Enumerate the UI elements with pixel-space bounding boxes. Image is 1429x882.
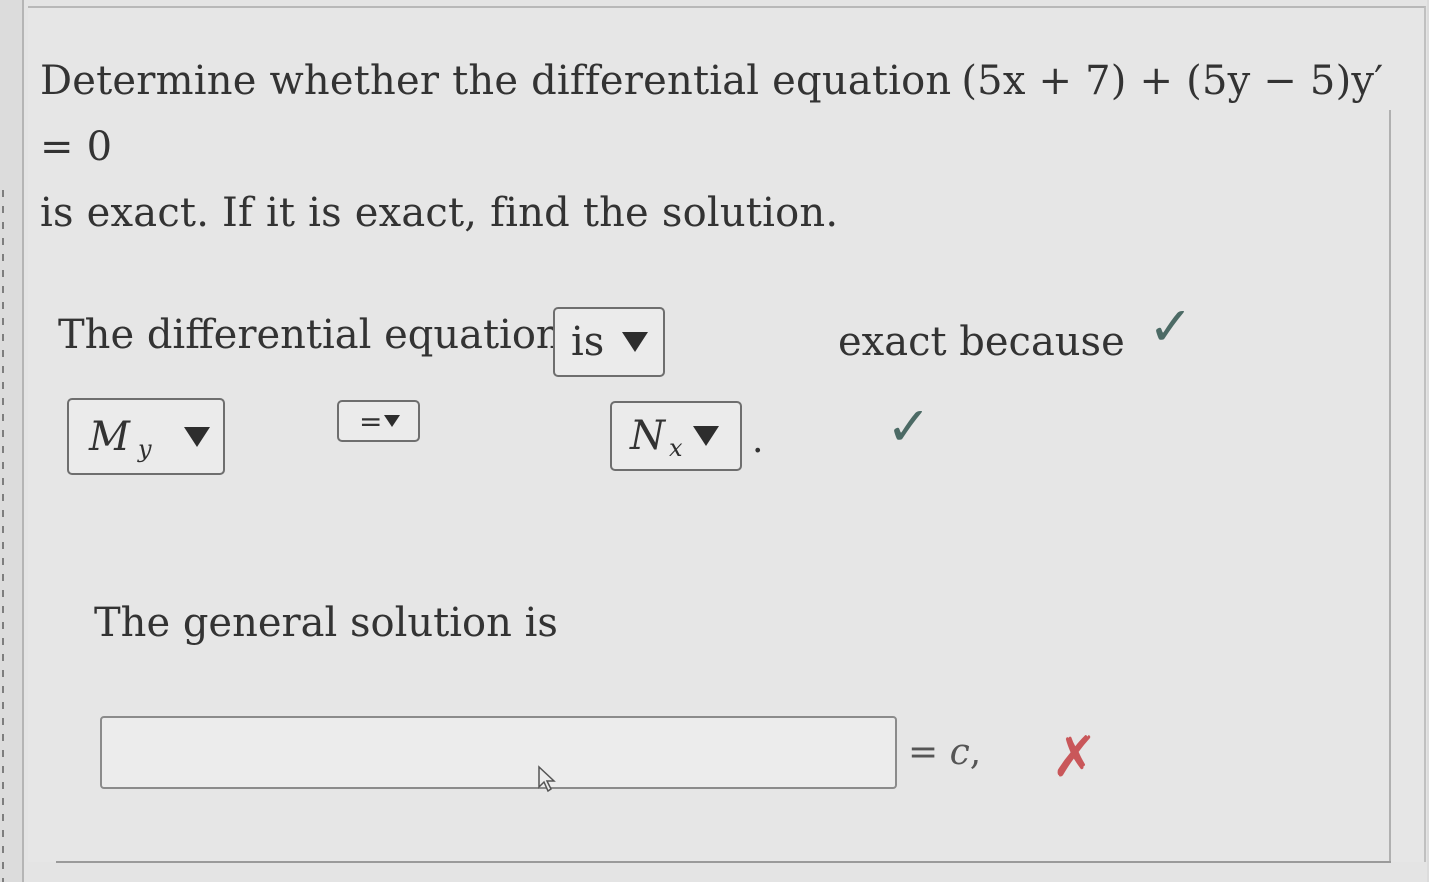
mouse-cursor-icon bbox=[538, 765, 556, 793]
correct-check-icon: ✓ bbox=[1148, 295, 1194, 358]
my-dropdown-subscript: y bbox=[137, 434, 152, 463]
condition-period: . bbox=[752, 420, 764, 461]
chevron-down-icon bbox=[692, 426, 719, 446]
nx-dropdown-symbol: N bbox=[630, 413, 665, 459]
correct-check-icon: ✓ bbox=[886, 395, 932, 458]
solution-input[interactable] bbox=[100, 716, 897, 789]
relation-dropdown[interactable]: = bbox=[337, 400, 420, 442]
left-edge-dash bbox=[2, 190, 4, 882]
chevron-down-icon bbox=[622, 332, 649, 352]
question-text: Determine whether the differential equat… bbox=[40, 48, 1400, 246]
separator: , bbox=[969, 732, 982, 773]
exactness-suffix-label: exact because bbox=[838, 319, 1125, 365]
chevron-down-icon bbox=[183, 426, 210, 447]
is-dropdown-value: is bbox=[571, 319, 605, 365]
nx-dropdown[interactable]: Nx bbox=[610, 401, 742, 471]
equals-sign: = bbox=[908, 732, 939, 773]
exactness-prefix-label: The differential equation bbox=[58, 312, 562, 358]
nx-dropdown-subscript: x bbox=[669, 434, 683, 462]
panel-bottom-border bbox=[56, 861, 1391, 863]
question-line2: is exact. If it is exact, find the solut… bbox=[40, 190, 839, 236]
my-dropdown-symbol: M bbox=[89, 413, 130, 460]
my-dropdown[interactable]: My bbox=[67, 398, 225, 475]
solution-label: The general solution is bbox=[94, 600, 558, 646]
is-dropdown[interactable]: is bbox=[553, 307, 665, 377]
relation-dropdown-value: = bbox=[359, 404, 383, 438]
equals-constant: = c, bbox=[908, 732, 981, 773]
question-line1: Determine whether the differential equat… bbox=[40, 58, 952, 104]
incorrect-x-icon: ✗ bbox=[1051, 725, 1098, 790]
constant-c: c bbox=[949, 732, 970, 773]
chevron-down-icon bbox=[384, 415, 401, 427]
